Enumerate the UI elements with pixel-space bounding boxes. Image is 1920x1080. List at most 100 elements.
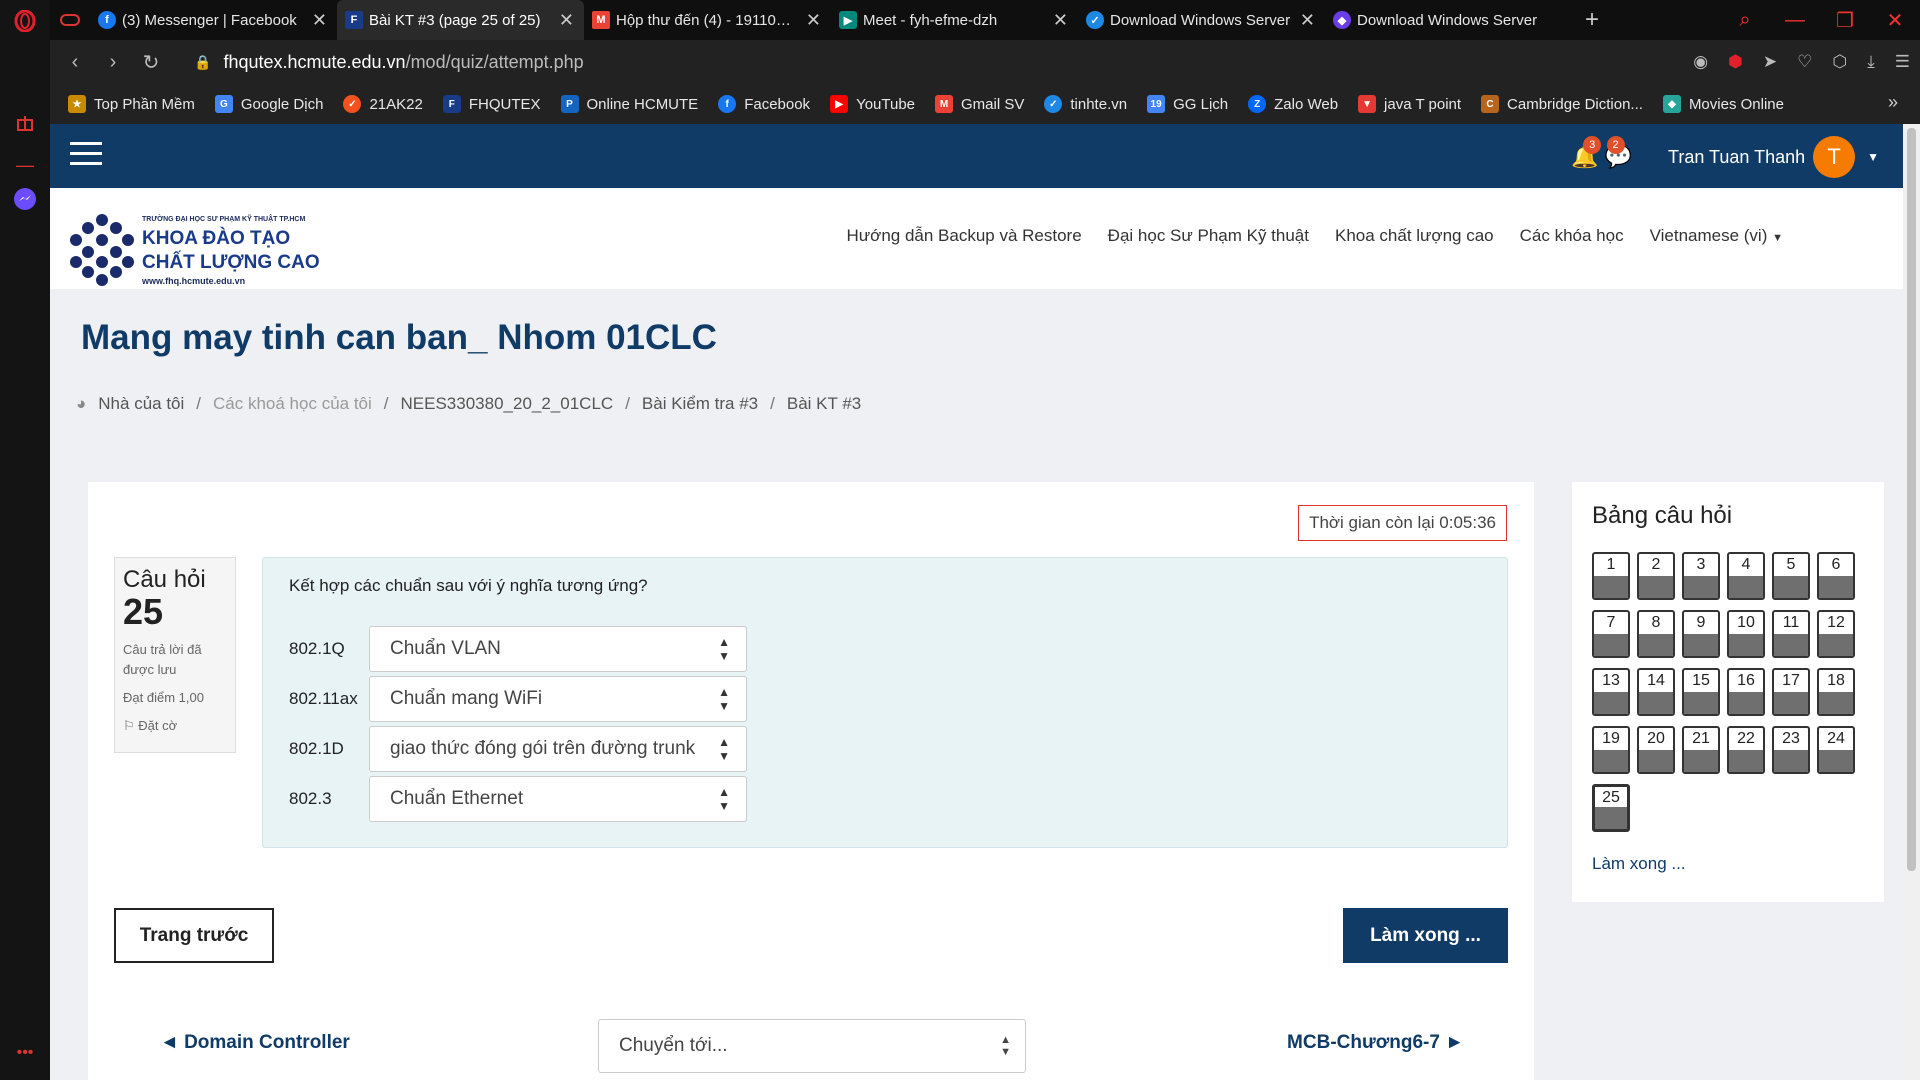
tab-1[interactable]: F Bài KT #3 (page 25 of 25) ✕	[337, 0, 584, 40]
bookmark-item[interactable]: ▼ java T point	[1358, 95, 1461, 113]
bookmark-item[interactable]: C Cambridge Diction...	[1481, 95, 1643, 113]
next-activity-link[interactable]: MCB-Chương6-7 ►	[1287, 1032, 1464, 1054]
bookmark-item[interactable]: f Facebook	[718, 95, 810, 113]
close-tab-icon[interactable]: ✕	[806, 10, 821, 31]
minimize-icon[interactable]: —	[1770, 0, 1820, 40]
breadcrumb-course[interactable]: NEES330380_20_2_01CLC	[401, 394, 614, 414]
chat-icon[interactable]: 💬 2	[1605, 136, 1632, 170]
tab-5[interactable]: ◆ Download Windows Server	[1325, 0, 1572, 40]
hamburger-menu-icon[interactable]	[70, 142, 102, 168]
forward-icon[interactable]: ›	[94, 51, 132, 74]
question-nav-button[interactable]: 6	[1817, 552, 1855, 600]
cube-icon[interactable]: ⬡	[1832, 52, 1847, 72]
gamepad-icon[interactable]	[50, 0, 90, 40]
question-nav-button[interactable]: 1	[1592, 552, 1630, 600]
question-nav-button[interactable]: 9	[1682, 610, 1720, 658]
match-select[interactable]: Chuẩn Ethernet ▲ ▼	[369, 776, 747, 822]
camera-icon[interactable]: ◉	[1693, 52, 1708, 72]
question-nav-button[interactable]: 21	[1682, 726, 1720, 774]
match-select[interactable]: giao thức đóng gói trên đường trunk ▲ ▼	[369, 726, 747, 772]
bookmark-item[interactable]: P Online HCMUTE	[560, 95, 698, 113]
finish-attempt-button[interactable]: Làm xong ...	[1343, 908, 1508, 963]
question-nav-button[interactable]: 3	[1682, 552, 1720, 600]
match-select[interactable]: Chuẩn mang WiFi ▲ ▼	[369, 676, 747, 722]
back-icon[interactable]: ‹	[56, 51, 94, 74]
chevron-right-icon[interactable]: »	[1888, 92, 1898, 113]
question-nav-button[interactable]: 11	[1772, 610, 1810, 658]
close-tab-icon[interactable]: ✕	[1053, 10, 1068, 31]
finish-attempt-link[interactable]: Làm xong ...	[1592, 854, 1686, 874]
opera-logo-icon[interactable]	[12, 8, 38, 34]
question-nav-button[interactable]: 23	[1772, 726, 1810, 774]
bookmark-item[interactable]: ✓ tinhte.vn	[1044, 95, 1127, 113]
breadcrumb-quiz[interactable]: Bài KT #3	[787, 394, 861, 414]
flag-question-button[interactable]: ⚐ Đặt cờ	[123, 716, 227, 736]
question-nav-button[interactable]: 25	[1592, 784, 1630, 832]
heart-icon[interactable]: ♡	[1797, 52, 1812, 72]
question-nav-button[interactable]: 15	[1682, 668, 1720, 716]
question-nav-button[interactable]: 12	[1817, 610, 1855, 658]
question-nav-button[interactable]: 4	[1727, 552, 1765, 600]
menu-item-courses[interactable]: Các khóa học	[1520, 226, 1624, 246]
search-icon[interactable]: ⌕	[1720, 0, 1770, 40]
question-nav-button[interactable]: 22	[1727, 726, 1765, 774]
previous-activity-link[interactable]: ◄ Domain Controller	[160, 1032, 350, 1054]
tab-3[interactable]: ▶ Meet - fyh-efme-dzh ✕	[831, 0, 1078, 40]
question-nav-button[interactable]: 19	[1592, 726, 1630, 774]
bookmark-item[interactable]: ◆ Movies Online	[1662, 95, 1784, 113]
gift-icon[interactable]	[12, 110, 38, 136]
question-nav-button[interactable]: 24	[1817, 726, 1855, 774]
site-logo[interactable]: TRƯỜNG ĐẠI HỌC SƯ PHẠM KỸ THUẬT TP.HCM K…	[68, 212, 348, 288]
jump-to-select[interactable]: Chuyển tới... ▲ ▼	[598, 1019, 1026, 1073]
reload-icon[interactable]: ↻	[132, 50, 170, 75]
question-nav-button[interactable]: 20	[1637, 726, 1675, 774]
close-tab-icon[interactable]: ✕	[559, 10, 574, 31]
bookmark-item[interactable]: G Google Dịch	[214, 95, 323, 113]
menu-item-backup[interactable]: Hướng dẫn Backup và Restore	[847, 226, 1082, 246]
close-window-icon[interactable]: ✕	[1870, 0, 1920, 40]
close-tab-icon[interactable]: ✕	[1300, 10, 1315, 31]
tab-4[interactable]: ✓ Download Windows Server ✕	[1078, 0, 1325, 40]
url-field[interactable]: fhqutex.hcmute.edu.vn/mod/quiz/attempt.p…	[223, 52, 583, 73]
page-scrollbar[interactable]	[1903, 124, 1920, 1080]
question-nav-button[interactable]: 7	[1592, 610, 1630, 658]
breadcrumb-section[interactable]: Bài Kiểm tra #3	[642, 394, 758, 414]
question-nav-button[interactable]: 17	[1772, 668, 1810, 716]
bell-icon[interactable]: 🔔 3	[1571, 136, 1602, 170]
close-tab-icon[interactable]: ✕	[312, 10, 327, 31]
user-menu[interactable]: 🔔 3 💬 2 Tran Tuan Thanh T ▼	[1571, 136, 1879, 178]
question-nav-button[interactable]: 10	[1727, 610, 1765, 658]
question-nav-button[interactable]: 8	[1637, 610, 1675, 658]
question-nav-button[interactable]: 13	[1592, 668, 1630, 716]
avatar[interactable]: T	[1813, 136, 1856, 178]
tab-2[interactable]: M Hộp thư đến (4) - 19110285 ✕	[584, 0, 831, 40]
question-nav-button[interactable]: 14	[1637, 668, 1675, 716]
new-tab-icon[interactable]: +	[1572, 0, 1612, 40]
bookmark-item[interactable]: ▶ YouTube	[830, 95, 915, 113]
more-icon[interactable]: •••	[12, 1040, 38, 1066]
bookmark-item[interactable]: ★ Top Phần Mềm	[68, 95, 195, 113]
bookmark-item[interactable]: M Gmail SV	[935, 95, 1024, 113]
question-nav-button[interactable]: 2	[1637, 552, 1675, 600]
send-icon[interactable]: ➤	[1763, 52, 1777, 72]
bookmark-item[interactable]: Z Zalo Web	[1248, 95, 1338, 113]
scrollbar-thumb[interactable]	[1907, 128, 1916, 871]
language-selector[interactable]: Vietnamese (vi) ▼	[1650, 226, 1783, 246]
caret-down-icon[interactable]: ▼	[1867, 150, 1879, 164]
settings-icon[interactable]: ☰	[1895, 52, 1910, 72]
question-nav-button[interactable]: 18	[1817, 668, 1855, 716]
bookmark-item[interactable]: ✓ 21AK22	[343, 95, 423, 113]
menu-item-university[interactable]: Đại học Sư Phạm Kỹ thuật	[1108, 226, 1309, 246]
bookmark-item[interactable]: 19 GG Lịch	[1147, 95, 1228, 113]
restore-icon[interactable]: ❐	[1820, 0, 1870, 40]
question-nav-button[interactable]: 16	[1727, 668, 1765, 716]
bookmark-item[interactable]: F FHQUTEX	[442, 95, 541, 113]
question-nav-button[interactable]: 5	[1772, 552, 1810, 600]
menu-item-faculty[interactable]: Khoa chất lượng cao	[1335, 226, 1494, 246]
previous-page-button[interactable]: Trang trước	[114, 908, 274, 963]
messenger-icon[interactable]	[12, 186, 38, 212]
match-select[interactable]: Chuẩn VLAN ▲ ▼	[369, 626, 747, 672]
shield-icon[interactable]: ⬢	[1728, 52, 1743, 72]
tab-0[interactable]: f (3) Messenger | Facebook ✕	[90, 0, 337, 40]
breadcrumb-home[interactable]: Nhà của tôi	[98, 394, 184, 414]
